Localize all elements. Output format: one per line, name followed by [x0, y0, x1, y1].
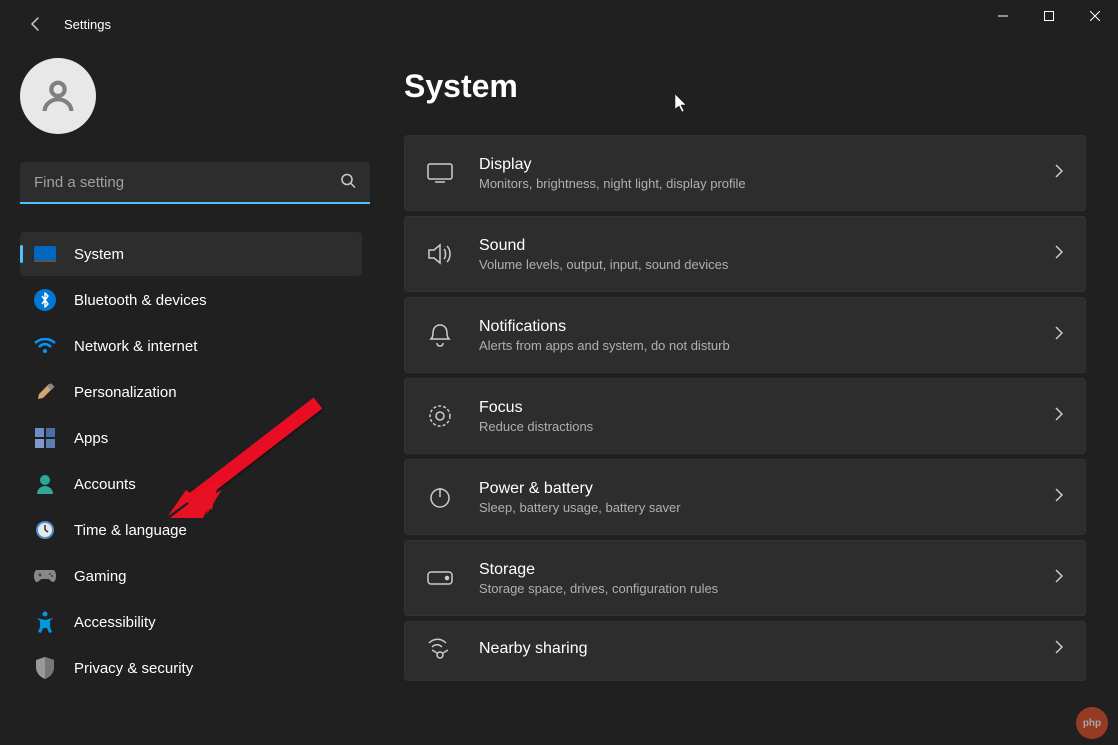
card-notifications[interactable]: Notifications Alerts from apps and syste… [404, 297, 1086, 373]
chevron-right-icon [1055, 488, 1063, 507]
title-bar: Settings [0, 0, 1118, 48]
sidebar-item-label: System [74, 246, 124, 263]
sidebar-item-label: Apps [74, 430, 108, 447]
sidebar-item-gaming[interactable]: Gaming [20, 554, 362, 598]
chevron-right-icon [1055, 407, 1063, 426]
sidebar-item-network[interactable]: Network & internet [20, 324, 362, 368]
avatar[interactable] [20, 58, 96, 134]
card-subtitle: Reduce distractions [479, 419, 1029, 434]
storage-icon [427, 565, 453, 591]
card-sound[interactable]: Sound Volume levels, output, input, soun… [404, 216, 1086, 292]
account-icon [34, 473, 56, 495]
sidebar-item-label: Personalization [74, 384, 177, 401]
card-subtitle: Sleep, battery usage, battery saver [479, 500, 1029, 515]
chevron-right-icon [1055, 640, 1063, 659]
back-button[interactable] [20, 8, 52, 40]
card-title: Sound [479, 237, 1029, 255]
card-nearby-sharing[interactable]: Nearby sharing [404, 621, 1086, 681]
card-title: Storage [479, 561, 1029, 579]
sidebar-item-label: Time & language [74, 522, 187, 539]
maximize-icon [1044, 11, 1054, 21]
sidebar-item-personalization[interactable]: Personalization [20, 370, 362, 414]
chevron-right-icon [1055, 326, 1063, 345]
display-icon [34, 243, 56, 265]
main-content: System Display Monitors, brightness, nig… [380, 48, 1118, 745]
sidebar: System Bluetooth & devices Network & int… [0, 48, 380, 745]
bluetooth-icon [34, 289, 56, 311]
sidebar-item-accessibility[interactable]: Accessibility [20, 600, 362, 644]
person-icon [38, 76, 78, 116]
shield-icon [34, 657, 56, 679]
card-subtitle: Storage space, drives, configuration rul… [479, 581, 1029, 596]
card-subtitle: Volume levels, output, input, sound devi… [479, 257, 1029, 272]
page-title: System [404, 68, 1086, 105]
sidebar-item-label: Accounts [74, 476, 136, 493]
sidebar-item-apps[interactable]: Apps [20, 416, 362, 460]
card-title: Notifications [479, 318, 1029, 336]
card-subtitle: Alerts from apps and system, do not dist… [479, 338, 1029, 353]
search-input[interactable] [20, 162, 370, 204]
minimize-button[interactable] [980, 0, 1026, 32]
card-title: Display [479, 156, 1029, 174]
close-icon [1090, 11, 1100, 21]
clock-icon [34, 519, 56, 541]
settings-cards: Display Monitors, brightness, night ligh… [404, 135, 1086, 681]
gamepad-icon [34, 565, 56, 587]
sidebar-item-accounts[interactable]: Accounts [20, 462, 362, 506]
chevron-right-icon [1055, 569, 1063, 588]
focus-icon [427, 403, 453, 429]
maximize-button[interactable] [1026, 0, 1072, 32]
card-subtitle: Monitors, brightness, night light, displ… [479, 176, 1029, 191]
chevron-right-icon [1055, 164, 1063, 183]
bell-icon [427, 322, 453, 348]
accessibility-icon [34, 611, 56, 633]
sidebar-item-label: Bluetooth & devices [74, 292, 207, 309]
share-icon [427, 636, 453, 662]
search-box [20, 162, 370, 204]
nav-list: System Bluetooth & devices Network & int… [20, 232, 370, 690]
watermark: php [1076, 707, 1108, 739]
sidebar-item-label: Network & internet [74, 338, 197, 355]
arrow-left-icon [28, 16, 44, 32]
php-logo-icon: php [1076, 707, 1108, 739]
sidebar-item-label: Gaming [74, 568, 127, 585]
card-title: Power & battery [479, 480, 1029, 498]
sidebar-item-privacy[interactable]: Privacy & security [20, 646, 362, 690]
window-title: Settings [64, 17, 111, 32]
brush-icon [34, 381, 56, 403]
card-focus[interactable]: Focus Reduce distractions [404, 378, 1086, 454]
sidebar-item-time[interactable]: Time & language [20, 508, 362, 552]
sidebar-item-label: Privacy & security [74, 660, 193, 677]
power-icon [427, 484, 453, 510]
sidebar-item-label: Accessibility [74, 614, 156, 631]
card-storage[interactable]: Storage Storage space, drives, configura… [404, 540, 1086, 616]
close-button[interactable] [1072, 0, 1118, 32]
wifi-icon [34, 335, 56, 357]
sidebar-item-bluetooth[interactable]: Bluetooth & devices [20, 278, 362, 322]
window-controls [980, 0, 1118, 32]
card-title: Focus [479, 399, 1029, 417]
monitor-icon [427, 160, 453, 186]
card-power[interactable]: Power & battery Sleep, battery usage, ba… [404, 459, 1086, 535]
minimize-icon [998, 11, 1008, 21]
card-display[interactable]: Display Monitors, brightness, night ligh… [404, 135, 1086, 211]
apps-icon [34, 427, 56, 449]
chevron-right-icon [1055, 245, 1063, 264]
card-title: Nearby sharing [479, 640, 1029, 658]
sound-icon [427, 241, 453, 267]
sidebar-item-system[interactable]: System [20, 232, 362, 276]
